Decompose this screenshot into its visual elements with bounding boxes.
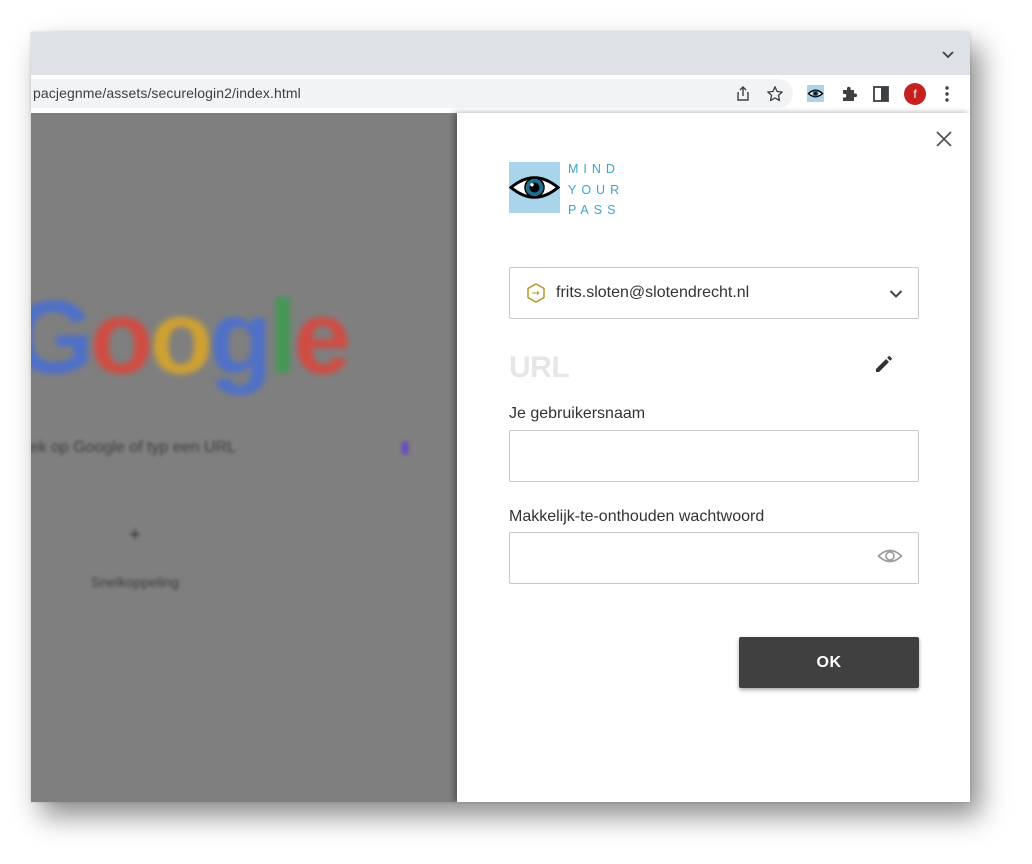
ok-button[interactable]: OK <box>739 637 919 688</box>
url-heading: URL <box>509 351 570 384</box>
account-value: frits.sloten@slotendrecht.nl <box>556 284 750 301</box>
pencil-icon[interactable] <box>873 353 895 375</box>
shortcut-label: Snelkoppeling toevoegen <box>91 574 181 590</box>
search-hint: Zoek op Google of typ een URL <box>31 439 237 456</box>
account-select[interactable]: frits.sloten@slotendrecht.nl <box>509 267 919 319</box>
google-logo: Google <box>31 280 351 396</box>
kebab-menu-icon[interactable] <box>937 84 957 104</box>
dimmed-background-page[interactable]: Google Zoek op Google of typ een URL + S… <box>31 113 457 802</box>
close-icon[interactable] <box>935 130 953 148</box>
address-bar[interactable]: pacjegnme/assets/securelogin2/index.html <box>31 79 793 108</box>
login-panel: MIND YOUR PASS frits.sloten@slotendrecht… <box>457 113 970 802</box>
mindyourpass-extension-icon[interactable] <box>807 85 824 102</box>
side-panel-icon[interactable] <box>871 84 891 104</box>
show-password-eye-icon[interactable] <box>877 546 903 566</box>
account-hexagon-icon <box>527 283 545 303</box>
browser-toolbar: pacjegnme/assets/securelogin2/index.html… <box>31 75 970 113</box>
microphone-icon <box>401 441 409 455</box>
tab-strip <box>31 32 970 75</box>
brand-wordmark: MIND YOUR PASS <box>568 162 625 217</box>
chevron-down-icon[interactable] <box>940 46 956 62</box>
profile-avatar[interactable]: f <box>904 83 926 105</box>
star-icon[interactable] <box>766 85 784 103</box>
username-label: Je gebruikersnaam <box>509 405 646 422</box>
share-icon[interactable] <box>734 85 752 103</box>
browser-window: pacjegnme/assets/securelogin2/index.html… <box>31 32 970 802</box>
password-input[interactable] <box>509 532 919 584</box>
puzzle-icon[interactable] <box>839 84 859 104</box>
address-url[interactable]: pacjegnme/assets/securelogin2/index.html <box>33 85 301 101</box>
password-label: Makkelijk-te-onthouden wachtwoord <box>509 508 765 525</box>
mindyourpass-logo <box>508 162 561 213</box>
username-input[interactable] <box>509 430 919 482</box>
chevron-down-icon <box>889 290 903 298</box>
plus-icon: + <box>129 524 141 546</box>
page-content: Google Zoek op Google of typ een URL + S… <box>31 113 970 802</box>
